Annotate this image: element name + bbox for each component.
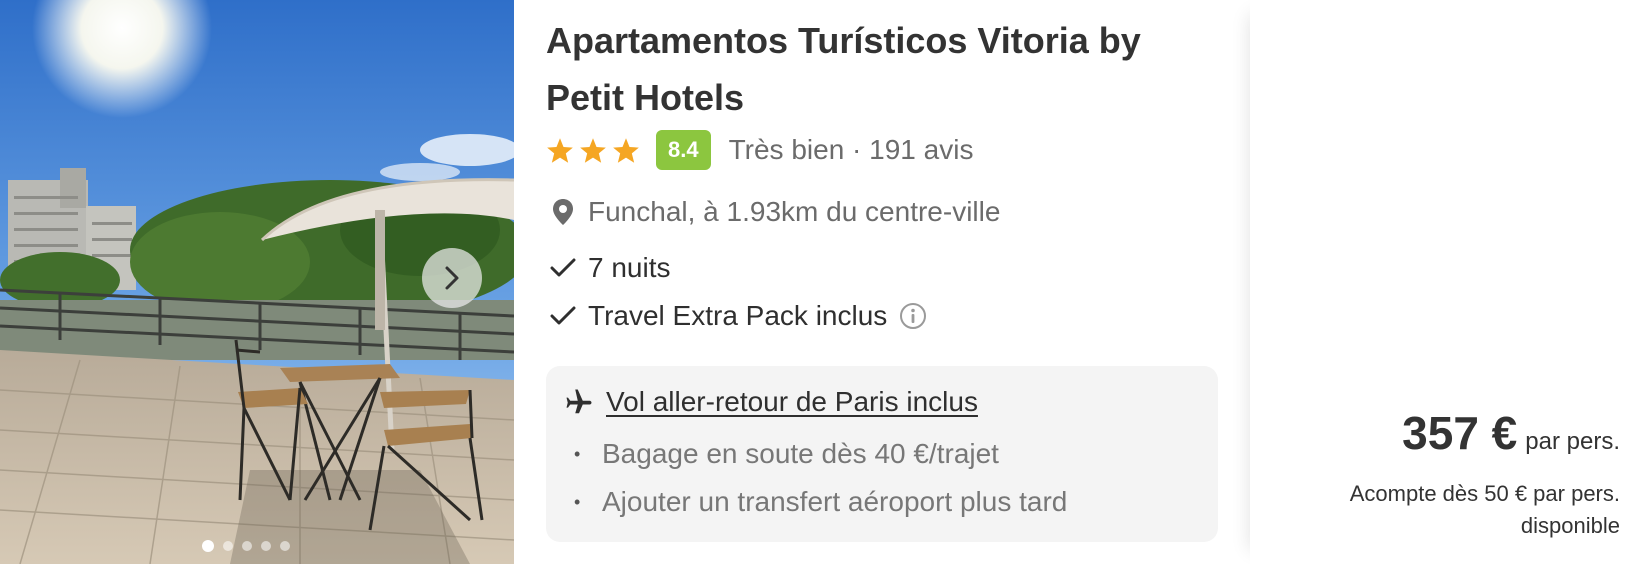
info-icon — [900, 303, 927, 329]
price-amount: 357 € — [1402, 407, 1518, 459]
check-icon — [550, 258, 576, 277]
price-unit: par pers. — [1525, 428, 1620, 455]
transfer-text: Ajouter un transfert aéroport plus tard — [602, 486, 1068, 517]
travel-pack-info-button[interactable] — [899, 302, 927, 330]
baggage-text: Bagage en soute dès 40 €/trajet — [602, 438, 999, 469]
nights-row: 7 nuits — [550, 252, 671, 284]
location-text: Funchal, à 1.93km du centre-ville — [588, 196, 1001, 227]
hotel-stars — [546, 137, 640, 164]
price-line: 357 € par pers. — [1402, 406, 1620, 460]
plane-icon — [566, 389, 592, 414]
carousel-dot[interactable] — [280, 541, 290, 551]
nights-text: 7 nuits — [588, 252, 671, 283]
rating-row: 8.4 Très bien · 191 avis — [546, 130, 973, 170]
carousel-dot[interactable] — [202, 540, 214, 552]
carousel-dot[interactable] — [261, 541, 271, 551]
flight-box: Vol aller-retour de Paris inclus • Bagage… — [546, 366, 1218, 542]
score-badge: 8.4 — [656, 130, 711, 170]
rating-label[interactable]: Très bien · 191 avis — [729, 134, 974, 166]
carousel-dots — [202, 540, 290, 552]
deposit-text: Acompte dès 50 € par pers. disponible — [1349, 481, 1620, 538]
hotel-photo[interactable] — [0, 0, 514, 564]
travel-pack-row: Travel Extra Pack inclus — [550, 300, 927, 332]
baggage-item: • Bagage en soute dès 40 €/trajet — [574, 438, 999, 469]
travel-pack-text: Travel Extra Pack inclus — [588, 300, 888, 331]
check-icon — [550, 306, 576, 325]
carousel-next-button[interactable] — [422, 248, 482, 308]
transfer-item: • Ajouter un transfert aéroport plus tard — [574, 486, 1068, 517]
carousel-dot[interactable] — [223, 541, 233, 551]
star-icon — [580, 137, 606, 163]
location-row: Funchal, à 1.93km du centre-ville — [550, 196, 1000, 228]
price-panel: 357 € par pers. Acompte dès 50 € par per… — [1250, 0, 1640, 564]
flight-header: Vol aller-retour de Paris inclus — [564, 386, 978, 418]
star-icon — [547, 137, 573, 163]
flight-link[interactable]: Vol aller-retour de Paris inclus — [606, 386, 978, 418]
location-pin-icon — [553, 199, 573, 225]
hotel-title[interactable]: Apartamentos Turísticos Vitoria by Petit… — [546, 12, 1206, 126]
chevron-right-icon — [445, 266, 459, 290]
star-icon — [613, 137, 639, 163]
carousel-dot[interactable] — [242, 541, 252, 551]
